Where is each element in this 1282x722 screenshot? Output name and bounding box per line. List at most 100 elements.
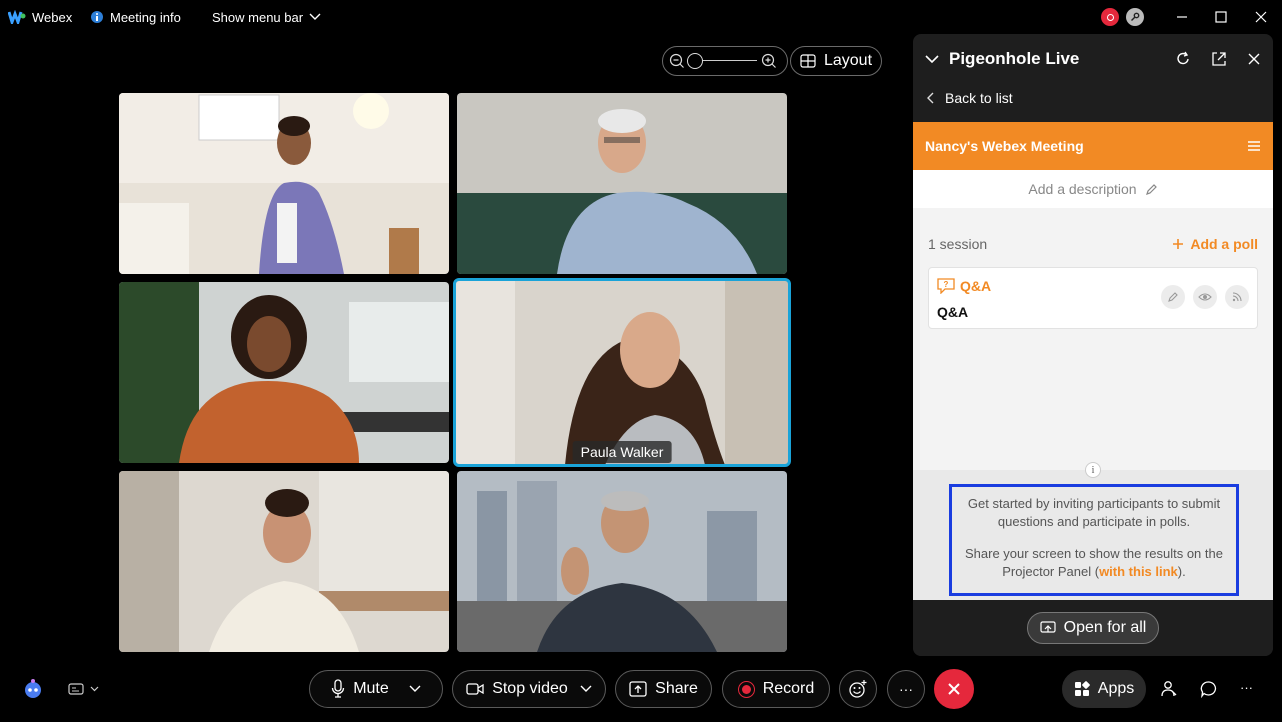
refresh-icon[interactable] [1175,51,1191,67]
info-message: Get started by inviting participants to … [949,484,1239,596]
chat-button[interactable] [1200,680,1218,703]
recording-indicator[interactable] [1101,0,1119,34]
info-text-share: Share your screen to show the results on… [962,545,1226,581]
pigeonhole-app-frame: Nancy's Webex Meeting Add a description … [913,122,1273,600]
add-poll-label: Add a poll [1190,236,1258,252]
minimize-icon [1177,16,1187,18]
reactions-button[interactable] [839,670,877,708]
maximize-button[interactable] [1215,0,1227,34]
broadcast-icon [1232,292,1242,302]
meeting-info-button[interactable]: Meeting info [90,10,181,25]
preview-session-button[interactable] [1193,285,1217,309]
pencil-icon [1168,292,1178,302]
session-type: ? Q&A [937,278,991,294]
security-indicator[interactable] [1126,0,1144,34]
show-menu-bar-button[interactable]: Show menu bar [212,10,321,25]
minimize-button[interactable] [1176,0,1188,34]
add-poll-button[interactable]: Add a poll [1172,236,1258,252]
participants-button[interactable] [1160,680,1178,703]
share-label: Share [655,680,698,697]
zoom-out-icon[interactable] [669,53,685,69]
participant-video-image [119,471,449,652]
add-description-button[interactable]: Add a description [913,170,1273,208]
zoom-slider[interactable] [687,53,757,69]
add-description-label: Add a description [1028,181,1137,197]
participant-video-4-active-speaker[interactable]: Paula Walker [453,278,791,467]
participant-video-6[interactable] [457,471,787,652]
close-window-button[interactable] [1255,0,1267,34]
more-options-label: ··· [899,681,913,697]
participant-video-image [119,282,449,463]
end-call-button[interactable] [934,669,974,709]
pop-out-icon[interactable] [1211,51,1227,67]
back-to-list-label: Back to list [945,90,1013,106]
plus-icon [1173,239,1184,249]
stop-video-label: Stop video [492,680,568,697]
participant-video-5[interactable] [119,471,449,652]
maximize-icon [1215,11,1227,23]
zoom-in-icon[interactable] [761,53,777,69]
title-bar: Webex Meeting info Show menu bar [0,0,1282,34]
layout-button[interactable]: Layout [790,46,882,76]
layout-grid-icon [800,54,816,68]
info-icon[interactable]: i [1085,462,1101,478]
session-type-label: Q&A [960,278,992,294]
apps-button[interactable]: Apps [1062,670,1146,708]
stop-video-button[interactable]: Stop video [452,670,606,708]
participant-video-image [455,280,789,465]
meeting-info-icon [91,11,103,23]
participant-video-1[interactable] [119,93,449,274]
participant-video-3[interactable] [119,282,449,463]
session-card[interactable]: ? Q&A Q&A [928,267,1258,329]
chevron-down-icon[interactable] [409,685,421,693]
pencil-icon [1145,183,1157,195]
qa-bubble-icon: ? [937,278,955,294]
meeting-info-label: Meeting info [110,9,181,25]
info-text-invite: Get started by inviting participants to … [967,496,1221,529]
collapse-chevron-icon[interactable] [925,54,939,64]
panel-footer: Open for all [913,600,1273,656]
ai-assistant-icon [25,679,41,698]
participant-video-2[interactable] [457,93,787,274]
captions-button[interactable] [68,682,99,696]
more-options-button[interactable]: ··· [887,670,925,708]
svg-text:?: ? [944,280,949,289]
video-camera-icon [466,683,484,695]
mute-label: Mute [353,680,389,697]
apps-grid-icon [1074,681,1090,696]
mute-button[interactable]: Mute [309,670,443,708]
projector-panel-link[interactable]: with this link [1099,564,1178,579]
record-status-icon [1101,8,1119,26]
share-app-icon [1040,621,1056,633]
meeting-name-bar: Nancy's Webex Meeting [913,122,1273,170]
ai-assistant-button[interactable] [22,678,44,705]
webex-app-menu[interactable]: Webex [8,10,72,25]
chevron-left-icon [927,92,934,104]
zoom-control [662,46,788,76]
apps-label: Apps [1097,680,1135,697]
hamburger-menu-icon[interactable] [1247,140,1261,152]
participant-video-image [457,93,787,274]
zoom-slider-handle[interactable] [687,53,703,69]
webex-logo-icon [8,10,26,24]
record-label: Record [762,680,815,697]
edit-session-button[interactable] [1161,285,1185,309]
open-for-all-button[interactable]: Open for all [1027,612,1159,644]
broadcast-session-button[interactable] [1225,285,1249,309]
overflow-menu-button[interactable]: ··· [1240,680,1253,695]
close-panel-icon[interactable] [1247,52,1261,66]
open-for-all-label: Open for all [1063,619,1147,636]
participant-video-image [119,93,449,274]
participants-icon [1161,681,1177,697]
chevron-down-icon [309,13,321,20]
chevron-down-icon [90,686,99,692]
panel-title: Pigeonhole Live [949,49,1080,68]
back-to-list-link[interactable]: Back to list [913,84,1273,112]
record-button[interactable]: Record [722,670,830,708]
layout-label: Layout [823,52,873,69]
overflow-menu-label: ··· [1240,680,1253,695]
pigeonhole-panel: Pigeonhole Live Back to list Nancy's Web… [913,34,1273,656]
participant-name-tag: Paula Walker [572,441,672,463]
share-button[interactable]: Share [615,670,712,708]
chevron-down-icon[interactable] [580,685,592,693]
